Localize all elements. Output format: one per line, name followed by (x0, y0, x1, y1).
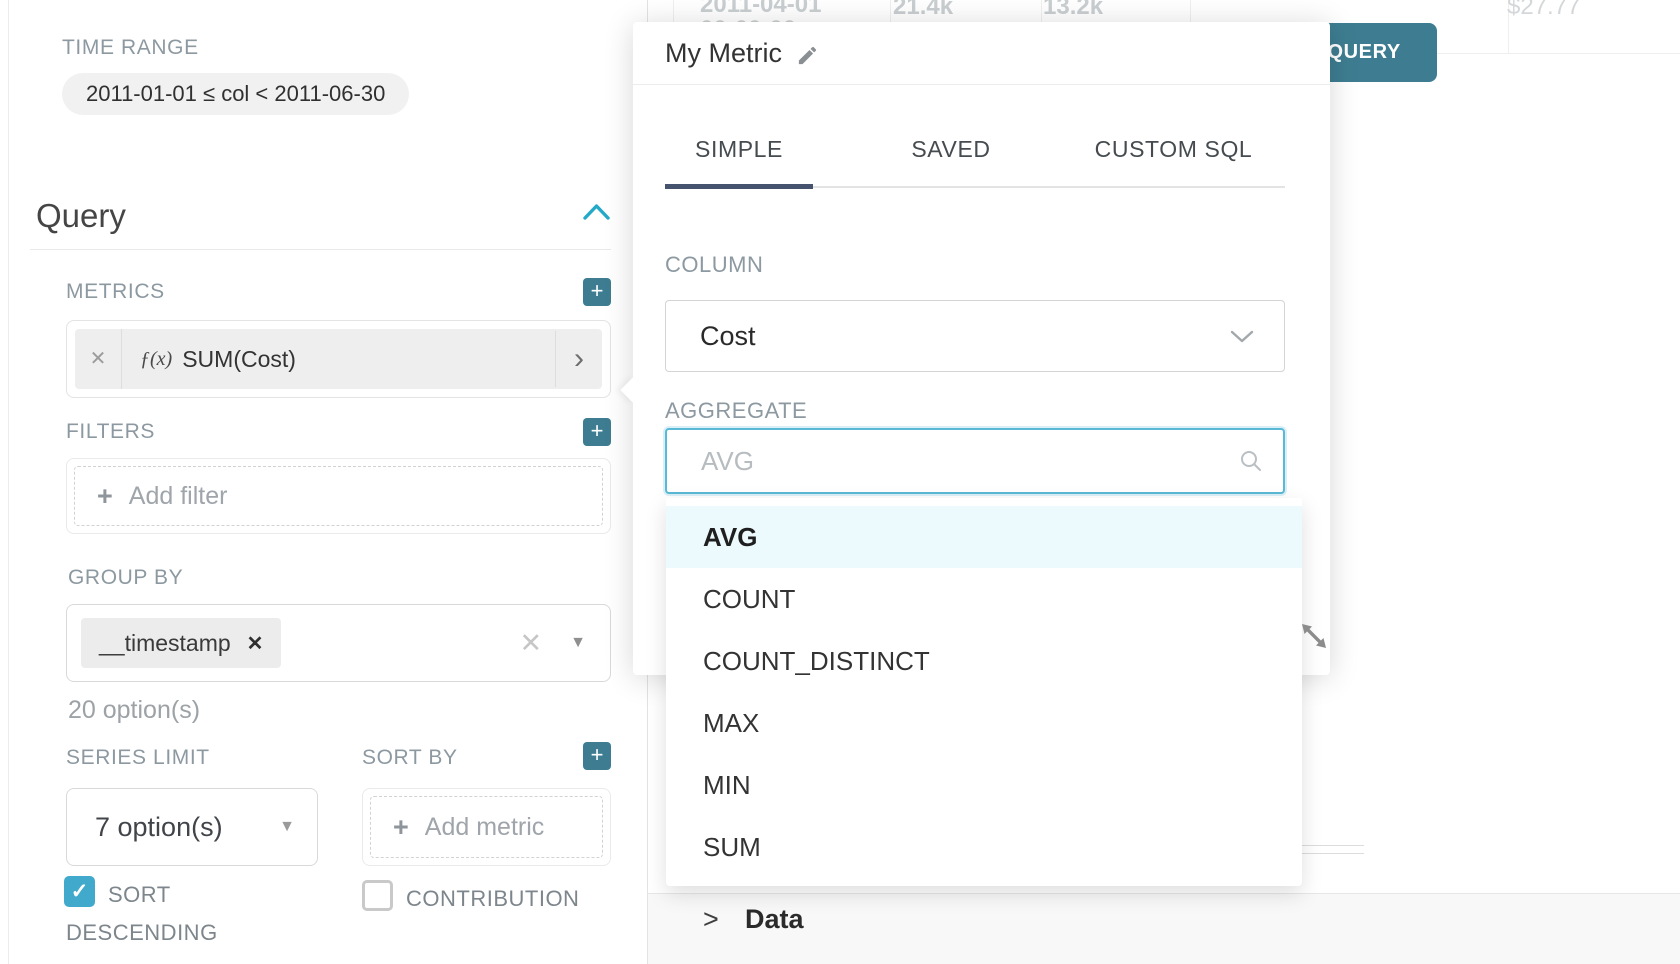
clear-select-icon[interactable]: ✕ (520, 628, 543, 659)
open-metric-editor-icon[interactable]: › (555, 331, 602, 387)
remove-tag-icon[interactable]: ✕ (247, 631, 264, 656)
aggregate-option-sum[interactable]: SUM (666, 816, 1302, 878)
edit-pencil-icon[interactable] (796, 44, 819, 67)
series-limit-label: SERIES LIMIT (66, 746, 210, 770)
contribution-checkbox[interactable] (362, 880, 393, 911)
metrics-container: ✕ ƒ(x) SUM(Cost) › (66, 320, 611, 398)
section-divider (30, 249, 611, 250)
query-section-title: Query (36, 197, 126, 235)
series-limit-value: 7 option(s) (95, 812, 279, 843)
tab-custom-sql[interactable]: CUSTOM SQL (1081, 136, 1266, 163)
add-filter-plus-button[interactable]: + (583, 418, 611, 446)
plus-icon: + (393, 812, 409, 843)
chevron-down-icon (1230, 330, 1254, 343)
metrics-label: METRICS (66, 280, 165, 304)
aggregate-option-avg[interactable]: AVG (666, 506, 1302, 568)
search-icon (1239, 449, 1263, 473)
remove-metric-icon[interactable]: ✕ (75, 329, 122, 389)
add-filter-label: Add filter (129, 482, 228, 511)
time-range-label: TIME RANGE (62, 36, 199, 60)
group-by-label: GROUP BY (68, 566, 183, 590)
chevron-right-icon[interactable]: > (703, 904, 719, 935)
metric-pill[interactable]: ✕ ƒ(x) SUM(Cost) › (75, 329, 602, 389)
sort-by-container: + Add metric (362, 788, 611, 866)
sort-descending-checkbox[interactable]: ✓ (64, 876, 95, 907)
chevron-up-icon[interactable] (583, 203, 610, 221)
aggregate-dropdown: AVG COUNT COUNT_DISTINCT MAX MIN SUM (666, 498, 1302, 886)
popover-header: My Metric (633, 22, 1330, 85)
add-metric-label: Add metric (425, 813, 544, 842)
contribution-label: CONTRIBUTION (406, 886, 579, 912)
filters-container: + Add filter (66, 458, 611, 534)
sort-by-label: SORT BY (362, 746, 458, 770)
aggregate-option-count-distinct[interactable]: COUNT_DISTINCT (666, 630, 1302, 692)
tab-simple[interactable]: SIMPLE (665, 136, 813, 163)
resize-handle-icon[interactable] (1297, 619, 1331, 653)
explore-query-screen: 2011-04-01 00:00:00 21.4k 13.2k $27.77 R… (0, 0, 1680, 964)
chart-border-line (1302, 853, 1364, 854)
aggregate-option-count[interactable]: COUNT (666, 568, 1302, 630)
group-by-options-hint: 20 option(s) (68, 696, 200, 725)
metric-title: My Metric (665, 38, 782, 69)
table-gridline (1437, 53, 1680, 54)
aggregate-field (665, 428, 1285, 494)
caret-down-icon: ▼ (279, 818, 295, 836)
aggregate-label: AGGREGATE (665, 398, 807, 424)
plus-icon: + (97, 481, 113, 512)
table-cell-value: $27.77 (1507, 0, 1580, 21)
group-by-tag-label: __timestamp (99, 630, 231, 657)
data-panel-header[interactable]: > Data (648, 893, 1680, 964)
aggregate-option-min[interactable]: MIN (666, 754, 1302, 816)
add-metric-button[interactable]: + (583, 278, 611, 306)
column-label: COLUMN (665, 252, 763, 278)
aggregate-input[interactable] (665, 428, 1285, 494)
data-panel-title: Data (745, 904, 804, 935)
panel-left-border (8, 0, 9, 964)
filters-label: FILTERS (66, 420, 155, 444)
chart-border-line (1302, 845, 1364, 846)
metric-name: SUM(Cost) (182, 346, 296, 373)
add-sort-metric-dropzone[interactable]: + Add metric (370, 796, 603, 858)
aggregate-option-max[interactable]: MAX (666, 692, 1302, 754)
active-tab-indicator (665, 184, 813, 189)
table-cell-value: 21.4k (893, 0, 953, 21)
caret-down-icon[interactable]: ▼ (570, 634, 586, 652)
sort-descending-label: DESCENDING (66, 920, 218, 946)
function-icon: ƒ(x) (140, 348, 172, 371)
group-by-select[interactable]: __timestamp ✕ ✕ ▼ (66, 604, 611, 682)
group-by-tag[interactable]: __timestamp ✕ (81, 618, 281, 668)
add-sort-metric-button[interactable]: + (583, 742, 611, 770)
time-range-filter-pill[interactable]: 2011-01-01 ≤ col < 2011-06-30 (62, 73, 409, 115)
tab-saved[interactable]: SAVED (871, 136, 1031, 163)
column-value: Cost (700, 321, 1230, 352)
add-filter-dropzone[interactable]: + Add filter (74, 466, 603, 526)
sort-descending-label: SORT (108, 882, 171, 908)
table-cell-value: 13.2k (1043, 0, 1103, 21)
series-limit-select[interactable]: 7 option(s) ▼ (66, 788, 318, 866)
column-select[interactable]: Cost (665, 300, 1285, 372)
